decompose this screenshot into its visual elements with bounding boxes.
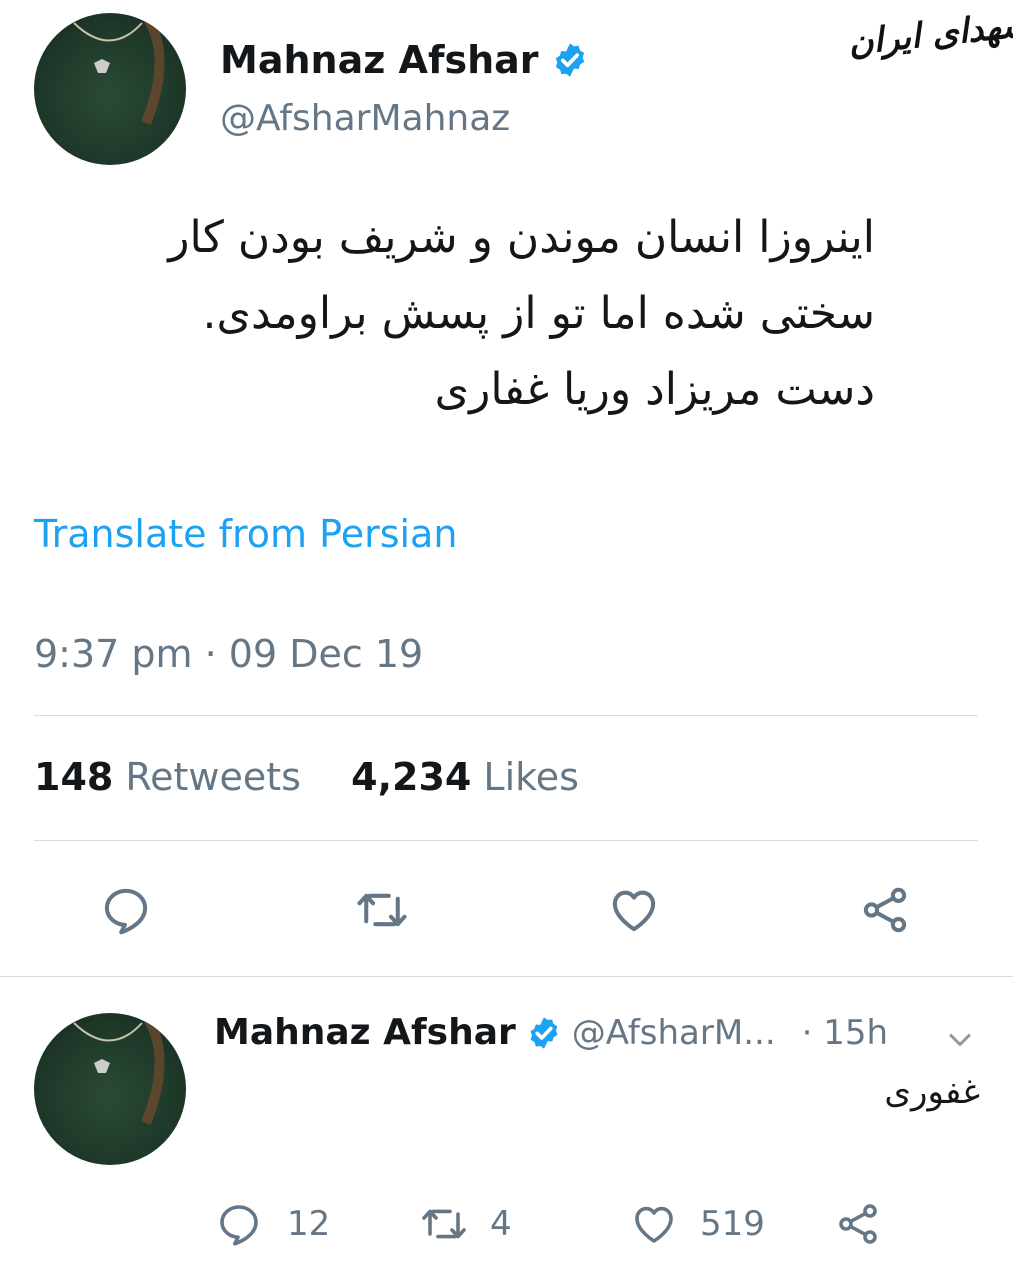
- divider: [34, 840, 978, 841]
- reply-count: 12: [287, 1204, 331, 1244]
- divider: [0, 976, 1013, 977]
- tweet-menu-button[interactable]: [942, 1022, 982, 1058]
- reply-retweet-button[interactable]: 4: [418, 1200, 512, 1248]
- avatar-photo: [73, 1013, 165, 1125]
- reply-reply-button[interactable]: 12: [215, 1200, 330, 1248]
- retweet-button[interactable]: [350, 880, 414, 940]
- reply-text: غفوری: [884, 1072, 980, 1112]
- share-button[interactable]: [855, 880, 915, 940]
- reply-author-name[interactable]: Mahnaz Afshar: [214, 1012, 516, 1053]
- retweet-count: 4: [490, 1204, 512, 1244]
- avatar[interactable]: [34, 13, 186, 165]
- author-handle[interactable]: @AfsharMahnaz: [220, 98, 510, 139]
- likes-stat[interactable]: 4,234 Likes: [351, 755, 579, 799]
- reply-time[interactable]: · 15h: [802, 1013, 888, 1053]
- divider: [34, 715, 978, 716]
- author-name[interactable]: Mahnaz Afshar: [220, 38, 539, 82]
- reply-author-handle[interactable]: @AfsharM...: [572, 1013, 776, 1053]
- translate-link[interactable]: Translate from Persian: [34, 512, 457, 556]
- verified-badge-icon: [526, 1015, 562, 1051]
- reply-icon: [220, 1205, 258, 1246]
- share-icon: [863, 887, 907, 933]
- likes-count: 4,234: [351, 755, 472, 799]
- avatar-photo: [73, 13, 165, 125]
- like-count: 519: [700, 1204, 765, 1244]
- watermark-logo: شهدای ایران: [846, 4, 1013, 64]
- retweets-label: Retweets: [125, 755, 301, 799]
- likes-label: Likes: [483, 755, 579, 799]
- tweet-text-line: اینروزا انسان موندن و شریف بودن کار: [168, 212, 875, 263]
- retweet-icon: [422, 1209, 466, 1239]
- share-icon: [839, 1204, 877, 1244]
- tweet-timestamp[interactable]: 9:37 pm · 09 Dec 19: [34, 632, 423, 676]
- verified-badge-icon: [551, 41, 589, 79]
- reply-avatar[interactable]: [34, 1013, 186, 1165]
- tweet-stats: 148 Retweets 4,234 Likes: [34, 755, 579, 799]
- like-button[interactable]: [602, 880, 666, 940]
- tweet-text-line: سختی شده اما تو از پسش براومدی.: [202, 288, 875, 339]
- reply-header: Mahnaz Afshar @AfsharM... · 15h: [214, 1012, 888, 1053]
- retweet-icon: [357, 893, 407, 927]
- chevron-down-icon: [949, 1034, 971, 1046]
- reply-like-button[interactable]: 519: [628, 1200, 765, 1248]
- tweet-text: اینروزا انسان موندن و شریف بودن کار سختی…: [30, 200, 875, 428]
- like-icon: [612, 890, 656, 932]
- retweets-count: 148: [34, 755, 114, 799]
- reply-button[interactable]: [96, 880, 156, 940]
- tweet-text-line: دست مریزاد وریا غفاری: [434, 364, 875, 415]
- like-icon: [635, 1206, 673, 1243]
- retweets-stat[interactable]: 148 Retweets: [34, 755, 301, 799]
- reply-share-button[interactable]: [834, 1200, 882, 1252]
- reply-icon: [104, 888, 148, 935]
